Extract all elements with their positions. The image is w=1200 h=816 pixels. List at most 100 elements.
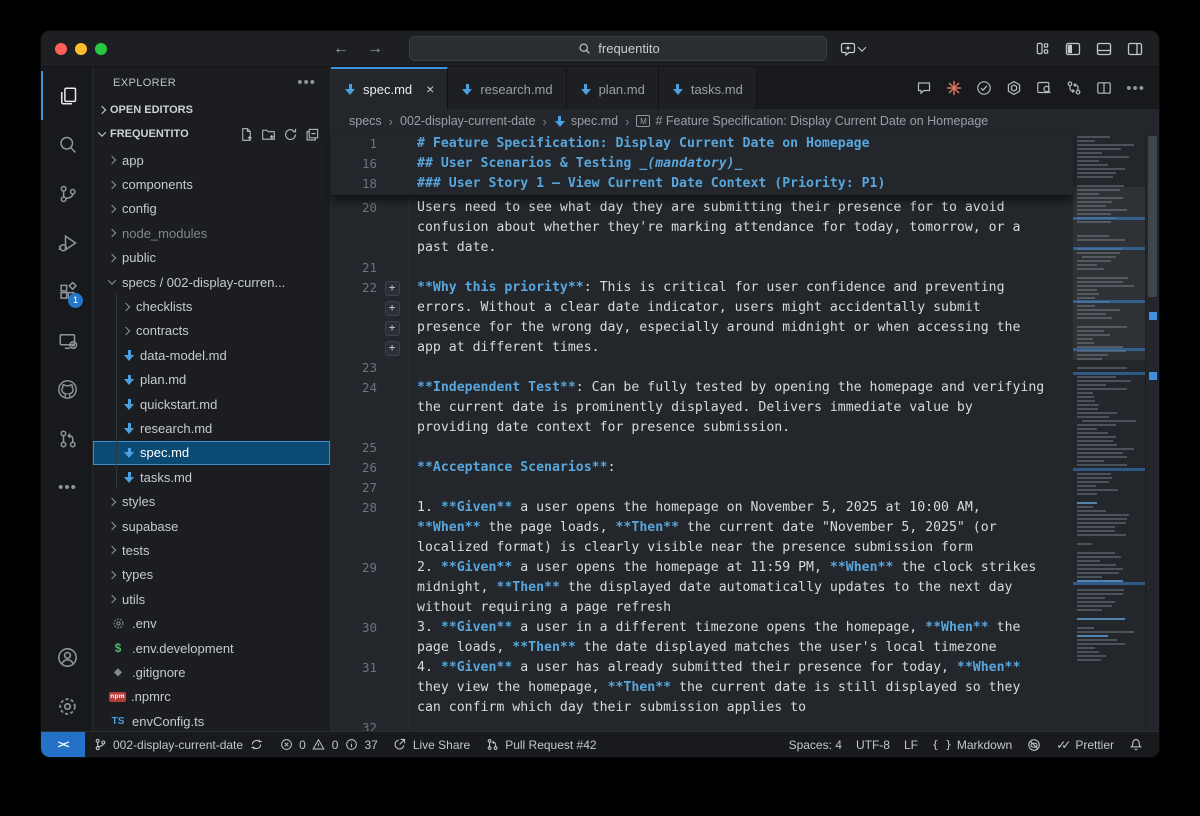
comment-icon[interactable] xyxy=(916,80,932,96)
line-number xyxy=(331,418,377,438)
live-share-button[interactable]: Live Share xyxy=(385,732,477,757)
tab-label: plan.md xyxy=(599,82,645,97)
open-preview-icon[interactable] xyxy=(1036,80,1052,96)
toggle-secondary-sidebar-icon[interactable] xyxy=(1127,41,1143,57)
source-control-icon[interactable] xyxy=(41,169,92,218)
tree-item-components[interactable]: components xyxy=(93,172,330,196)
problems-indicator[interactable]: 0 0 37 xyxy=(271,732,385,757)
claude-icon[interactable] xyxy=(946,80,962,96)
chevron-right-icon xyxy=(108,571,116,579)
tree-item-env[interactable]: .env xyxy=(93,611,330,635)
github-icon[interactable] xyxy=(41,365,92,414)
tree-item-styles[interactable]: styles xyxy=(93,489,330,513)
global-search-input[interactable]: frequentito xyxy=(409,36,827,61)
breadcrumb-folder[interactable]: 002-display-current-date xyxy=(400,114,536,128)
tree-item-research-md[interactable]: research.md xyxy=(93,416,330,440)
run-debug-icon[interactable] xyxy=(41,218,92,267)
check-circle-icon[interactable] xyxy=(976,80,992,96)
tab-plan-md[interactable]: plan.md xyxy=(567,67,659,109)
close-tab-icon[interactable]: × xyxy=(426,81,434,97)
pull-request-button[interactable]: Pull Request #42 xyxy=(477,732,603,757)
workspace-root-section[interactable]: FREQUENTITO xyxy=(93,122,330,146)
breadcrumb-symbol[interactable]: M # Feature Specification: Display Curre… xyxy=(636,114,988,128)
customize-layout-icon[interactable] xyxy=(1034,41,1050,57)
minimap-row xyxy=(1077,416,1109,418)
tree-item-node-modules[interactable]: node_modules xyxy=(93,221,330,245)
inline-add-icon[interactable]: + xyxy=(385,301,400,316)
minimize-window-button[interactable] xyxy=(75,43,87,55)
more-actions-icon[interactable]: ••• xyxy=(1126,80,1145,97)
formatter-indicator[interactable]: ✓✓ Prettier xyxy=(1049,738,1121,752)
toggle-panel-icon[interactable] xyxy=(1096,41,1112,57)
inline-add-icon[interactable]: + xyxy=(385,341,400,356)
scrollbar-thumb[interactable] xyxy=(1148,136,1157,297)
search-view-icon[interactable] xyxy=(41,120,92,169)
notifications-button[interactable] xyxy=(1121,737,1151,753)
line-number: 27 xyxy=(331,478,377,498)
editor-lines[interactable]: 20Users need to see what day they are su… xyxy=(331,196,1073,731)
tree-item-envconfig-ts[interactable]: TSenvConfig.ts xyxy=(93,709,330,731)
branch-indicator[interactable]: 002-display-current-date xyxy=(85,732,271,757)
tab-spec-md[interactable]: spec.md× xyxy=(331,67,448,109)
minimap-row xyxy=(1077,576,1102,578)
line-number xyxy=(331,298,377,318)
toggle-primary-sidebar-icon[interactable] xyxy=(1065,41,1081,57)
tree-item-tests[interactable]: tests xyxy=(93,538,330,562)
code-text: ## User Scenarios & Testing _(mandatory)… xyxy=(407,154,743,174)
breadcrumb-file[interactable]: spec.md xyxy=(554,114,618,128)
eol-indicator[interactable]: LF xyxy=(897,738,925,752)
pull-requests-icon[interactable] xyxy=(41,414,92,463)
code-area[interactable]: 1# Feature Specification: Display Curren… xyxy=(331,133,1073,731)
tree-item-specs-002-display-curren[interactable]: specs / 002-display-curren... xyxy=(93,270,330,294)
tree-item-utils[interactable]: utils xyxy=(93,587,330,611)
tree-item-npmrc[interactable]: npm.npmrc xyxy=(93,685,330,709)
remote-indicator[interactable]: >< xyxy=(41,732,85,757)
openai-icon[interactable] xyxy=(1006,80,1022,96)
new-folder-icon[interactable] xyxy=(260,126,276,142)
open-editors-section[interactable]: OPEN EDITORS xyxy=(93,98,330,122)
zoom-window-button[interactable] xyxy=(95,43,107,55)
tree-item-data-model-md[interactable]: data-model.md xyxy=(93,343,330,367)
forward-button[interactable]: → xyxy=(367,40,383,58)
inline-add-icon[interactable]: + xyxy=(385,281,400,296)
tab-research-md[interactable]: research.md xyxy=(448,67,566,109)
extensions-icon[interactable]: 1 xyxy=(41,267,92,316)
compare-changes-icon[interactable] xyxy=(1066,80,1082,96)
accounts-icon[interactable] xyxy=(41,633,92,682)
tree-item-supabase[interactable]: supabase xyxy=(93,514,330,538)
explorer-icon[interactable] xyxy=(41,71,92,120)
settings-gear-icon[interactable] xyxy=(41,682,92,731)
tree-item-public[interactable]: public xyxy=(93,246,330,270)
tree-item-types[interactable]: types xyxy=(93,563,330,587)
more-views-icon[interactable]: ••• xyxy=(41,463,92,512)
minimap-row xyxy=(1077,160,1099,162)
back-button[interactable]: ← xyxy=(333,40,349,58)
breadcrumb-folder[interactable]: specs xyxy=(349,114,382,128)
encoding-indicator[interactable]: UTF-8 xyxy=(849,738,897,752)
vertical-scrollbar[interactable] xyxy=(1145,133,1159,731)
tree-item-env-development[interactable]: $.env.development xyxy=(93,636,330,660)
sidebar-more-actions-icon[interactable]: ••• xyxy=(297,74,316,91)
inline-add-icon[interactable]: + xyxy=(385,321,400,336)
tree-item-tasks-md[interactable]: tasks.md xyxy=(93,465,330,489)
indent-indicator[interactable]: Spaces: 4 xyxy=(782,738,849,752)
tab-tasks-md[interactable]: tasks.md xyxy=(659,67,757,109)
copilot-status[interactable] xyxy=(1019,737,1049,753)
tree-item-app[interactable]: app xyxy=(93,148,330,172)
collapse-folders-icon[interactable] xyxy=(304,126,320,142)
tree-item-contracts[interactable]: contracts xyxy=(93,319,330,343)
split-editor-icon[interactable] xyxy=(1096,80,1112,96)
tree-item-spec-md[interactable]: spec.md xyxy=(93,441,330,465)
tree-item-gitignore[interactable]: ◆.gitignore xyxy=(93,660,330,684)
remote-explorer-icon[interactable] xyxy=(41,316,92,365)
copilot-chat-button[interactable] xyxy=(840,41,865,57)
tree-item-plan-md[interactable]: plan.md xyxy=(93,368,330,392)
tree-item-config[interactable]: config xyxy=(93,197,330,221)
refresh-icon[interactable] xyxy=(282,126,298,142)
language-mode[interactable]: { } Markdown xyxy=(925,738,1019,752)
new-file-icon[interactable] xyxy=(238,126,254,142)
tree-item-checklists[interactable]: checklists xyxy=(93,294,330,318)
tree-item-quickstart-md[interactable]: quickstart.md xyxy=(93,392,330,416)
minimap[interactable] xyxy=(1073,133,1145,731)
close-window-button[interactable] xyxy=(55,43,67,55)
